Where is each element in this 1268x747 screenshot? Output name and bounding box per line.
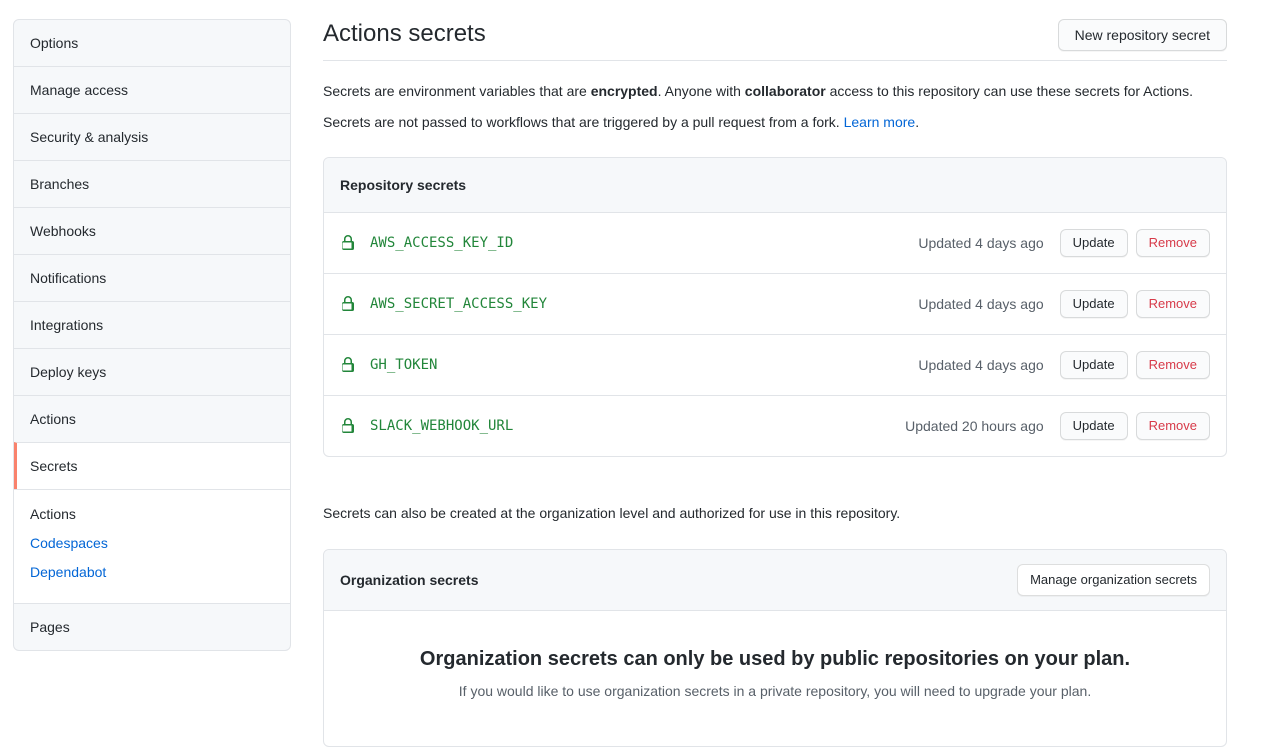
page-title: Actions secrets: [323, 19, 486, 49]
sidebar-item-webhooks[interactable]: Webhooks: [14, 207, 290, 254]
page-header: Actions secrets New repository secret: [323, 19, 1227, 61]
subnav-item-dependabot[interactable]: Dependabot: [30, 558, 274, 587]
remove-secret-button[interactable]: Remove: [1136, 351, 1210, 379]
learn-more-link[interactable]: Learn more: [844, 114, 916, 130]
lock-icon: [340, 418, 356, 434]
sidebar-item-manage-access[interactable]: Manage access: [14, 66, 290, 113]
secret-name: GH_TOKEN: [370, 357, 437, 373]
blankslate-heading: Organization secrets can only be used by…: [364, 647, 1186, 672]
remove-secret-button[interactable]: Remove: [1136, 290, 1210, 318]
sidebar-item-secrets[interactable]: Secrets: [14, 442, 290, 489]
update-secret-button[interactable]: Update: [1060, 229, 1128, 257]
secrets-subnav: Actions Codespaces Dependabot: [14, 489, 290, 603]
sidebar-item-security-analysis[interactable]: Security & analysis: [14, 113, 290, 160]
sidebar-item-integrations[interactable]: Integrations: [14, 301, 290, 348]
sidebar-item-actions[interactable]: Actions: [14, 395, 290, 442]
lock-icon: [340, 357, 356, 373]
repository-secrets-box: Repository secrets AWS_ACCESS_KEY_ID Upd…: [323, 157, 1227, 457]
remove-secret-button[interactable]: Remove: [1136, 229, 1210, 257]
subnav-item-actions[interactable]: Actions: [30, 500, 274, 529]
sidebar-item-pages[interactable]: Pages: [14, 603, 290, 650]
secret-updated: Updated 4 days ago: [918, 357, 1043, 373]
update-secret-button[interactable]: Update: [1060, 351, 1128, 379]
settings-sidebar: Options Manage access Security & analysi…: [13, 19, 291, 651]
subnav-item-codespaces[interactable]: Codespaces: [30, 529, 274, 558]
repository-secrets-title: Repository secrets: [340, 175, 466, 195]
remove-secret-button[interactable]: Remove: [1136, 412, 1210, 440]
sidebar-item-branches[interactable]: Branches: [14, 160, 290, 207]
secret-updated: Updated 4 days ago: [918, 296, 1043, 312]
repository-secrets-list: AWS_ACCESS_KEY_ID Updated 4 days ago Upd…: [324, 213, 1226, 456]
lock-icon: [340, 296, 356, 312]
organization-secrets-title: Organization secrets: [340, 570, 479, 590]
secret-row: AWS_ACCESS_KEY_ID Updated 4 days ago Upd…: [324, 213, 1226, 273]
lock-icon: [340, 235, 356, 251]
description-line-2: Secrets are not passed to workflows that…: [323, 112, 1227, 132]
sidebar-item-notifications[interactable]: Notifications: [14, 254, 290, 301]
organization-secrets-blankslate: Organization secrets can only be used by…: [324, 611, 1226, 746]
organization-secrets-box: Organization secrets Manage organization…: [323, 549, 1227, 747]
secret-row: SLACK_WEBHOOK_URL Updated 20 hours ago U…: [324, 395, 1226, 456]
update-secret-button[interactable]: Update: [1060, 412, 1128, 440]
organization-secrets-note: Secrets can also be created at the organ…: [323, 503, 1227, 523]
sidebar-item-options[interactable]: Options: [14, 20, 290, 66]
secret-name: AWS_ACCESS_KEY_ID: [370, 235, 513, 251]
secret-updated: Updated 20 hours ago: [905, 418, 1044, 434]
update-secret-button[interactable]: Update: [1060, 290, 1128, 318]
settings-page: Options Manage access Security & analysi…: [0, 0, 1268, 747]
secrets-description: Secrets are environment variables that a…: [323, 81, 1227, 132]
secret-row: GH_TOKEN Updated 4 days ago Update Remov…: [324, 334, 1226, 395]
secret-updated: Updated 4 days ago: [918, 235, 1043, 251]
secret-name: AWS_SECRET_ACCESS_KEY: [370, 296, 547, 312]
secret-name: SLACK_WEBHOOK_URL: [370, 418, 513, 434]
description-line-1: Secrets are environment variables that a…: [323, 81, 1227, 101]
blankslate-text: If you would like to use organization se…: [364, 681, 1186, 702]
organization-secrets-header: Organization secrets Manage organization…: [324, 550, 1226, 611]
sidebar-item-deploy-keys[interactable]: Deploy keys: [14, 348, 290, 395]
manage-organization-secrets-button[interactable]: Manage organization secrets: [1017, 564, 1210, 596]
actions-secrets-main: Actions secrets New repository secret Se…: [323, 19, 1227, 747]
repository-secrets-header: Repository secrets: [324, 158, 1226, 213]
secret-row: AWS_SECRET_ACCESS_KEY Updated 4 days ago…: [324, 273, 1226, 334]
new-repository-secret-button[interactable]: New repository secret: [1058, 19, 1227, 51]
